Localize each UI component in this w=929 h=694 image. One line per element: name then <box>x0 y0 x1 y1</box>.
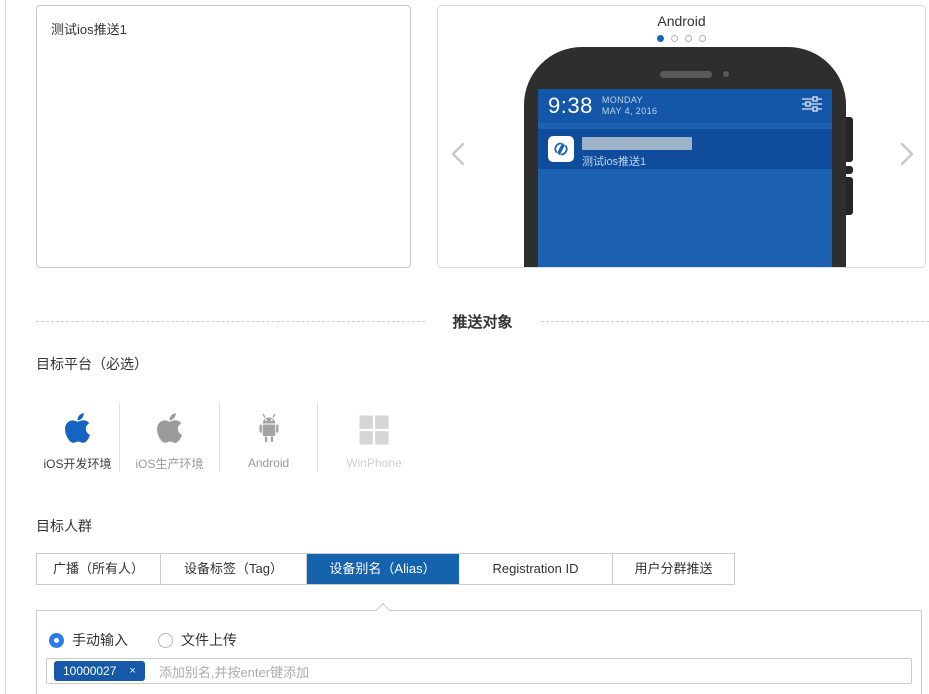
platform-option-label: Android <box>247 456 290 470</box>
phone-screen: 9:38 MONDAY MAY 4, 2016 测试ios推送1 <box>538 89 832 267</box>
platform-option-label: iOS生产环境 <box>135 457 204 471</box>
alias-input-mode-group: 手动输入 文件上传 <box>49 630 237 650</box>
alias-chip: 10000027 × <box>54 661 145 681</box>
panel-notch <box>375 602 391 618</box>
chevron-left-icon <box>451 142 465 166</box>
carousel-dot[interactable] <box>699 35 706 42</box>
notification-body: 测试ios推送1 <box>582 136 692 168</box>
platform-option-winphone[interactable]: WinPhone <box>318 402 430 472</box>
target-platform-label: 目标平台（必选） <box>36 356 148 372</box>
radio-label: 文件上传 <box>181 632 237 648</box>
android-icon <box>254 404 284 446</box>
chip-remove-icon[interactable]: × <box>129 665 135 677</box>
tab-device-alias[interactable]: 设备别名（Alias） <box>307 554 459 584</box>
preview-platform-title: Android <box>657 13 706 29</box>
push-create-page: 测试ios推送1 Android 9:38 MONDAY MAY 4, 2016… <box>0 0 929 694</box>
chevron-right-icon <box>900 142 914 166</box>
tab-device-tag[interactable]: 设备标签（Tag） <box>161 554 307 584</box>
device-preview-panel: Android 9:38 MONDAY MAY 4, 2016 测试ios推送1 <box>437 5 926 268</box>
audience-tabbar: 广播（所有人） 设备标签（Tag） 设备别名（Alias） Registrati… <box>36 553 735 585</box>
target-audience-label: 目标人群 <box>36 518 92 534</box>
phone-side-button <box>846 177 853 215</box>
carousel-dot[interactable] <box>685 35 692 42</box>
carousel-dot-active[interactable] <box>657 35 664 42</box>
divider-line <box>540 321 929 322</box>
alias-input-placeholder: 添加别名,并按enter键添加 <box>158 664 310 680</box>
carousel-prev-button[interactable] <box>450 140 466 173</box>
notification-content-textarea[interactable]: 测试ios推送1 <box>36 5 411 268</box>
alias-chip-value: 10000027 <box>63 664 117 678</box>
target-platform-options: iOS开发环境 iOS生产环境 Android WinPhone <box>36 402 430 472</box>
alias-input-panel: 手动输入 文件上传 10000027 × 添加别名,并按enter键添加 <box>36 602 922 694</box>
phone-side-button <box>846 117 853 162</box>
page-left-border <box>5 0 6 694</box>
apple-icon <box>63 404 92 445</box>
phone-notification: 测试ios推送1 <box>538 129 832 169</box>
radio-label: 手动输入 <box>72 632 128 648</box>
phone-side-button <box>846 166 853 174</box>
phone-date: MONDAY MAY 4, 2016 <box>602 95 658 118</box>
radio-manual-input[interactable]: 手动输入 <box>49 630 128 650</box>
jpush-app-icon <box>548 136 574 162</box>
platform-option-label: WinPhone <box>346 456 402 470</box>
tab-registration-id[interactable]: Registration ID <box>459 554 613 584</box>
notification-title-redacted <box>582 137 692 150</box>
apple-icon <box>155 404 184 445</box>
divider-line <box>36 321 425 322</box>
windows-icon <box>358 404 390 446</box>
phone-camera <box>723 71 729 77</box>
platform-option-android[interactable]: Android <box>220 402 318 472</box>
radio-unchecked-icon <box>158 632 173 648</box>
carousel-dots <box>438 35 925 42</box>
sliders-icon <box>802 95 822 117</box>
phone-date-text: MAY 4, 2016 <box>601 106 658 116</box>
phone-day: MONDAY <box>601 94 644 105</box>
platform-option-ios-prod[interactable]: iOS生产环境 <box>120 402 220 472</box>
radio-file-upload[interactable]: 文件上传 <box>158 630 237 650</box>
phone-statusbar: 9:38 MONDAY MAY 4, 2016 <box>538 89 832 123</box>
push-target-heading: 推送对象 <box>452 314 513 331</box>
tab-user-segment[interactable]: 用户分群推送 <box>613 554 734 584</box>
carousel-dot[interactable] <box>671 35 678 42</box>
radio-checked-icon <box>49 632 64 648</box>
notification-message: 测试ios推送1 <box>582 156 647 168</box>
push-target-divider: 推送对象 <box>36 311 929 332</box>
notification-content-value: 测试ios推送1 <box>51 22 127 37</box>
platform-option-label: iOS开发环境 <box>43 457 112 471</box>
android-phone-mockup: 9:38 MONDAY MAY 4, 2016 测试ios推送1 <box>524 47 853 267</box>
tab-broadcast[interactable]: 广播（所有人） <box>37 554 161 584</box>
phone-speaker <box>660 71 712 78</box>
platform-option-ios-dev[interactable]: iOS开发环境 <box>36 402 120 472</box>
alias-tag-input[interactable]: 10000027 × 添加别名,并按enter键添加 <box>46 658 912 684</box>
carousel-next-button[interactable] <box>899 140 915 173</box>
phone-time: 9:38 <box>548 93 593 118</box>
